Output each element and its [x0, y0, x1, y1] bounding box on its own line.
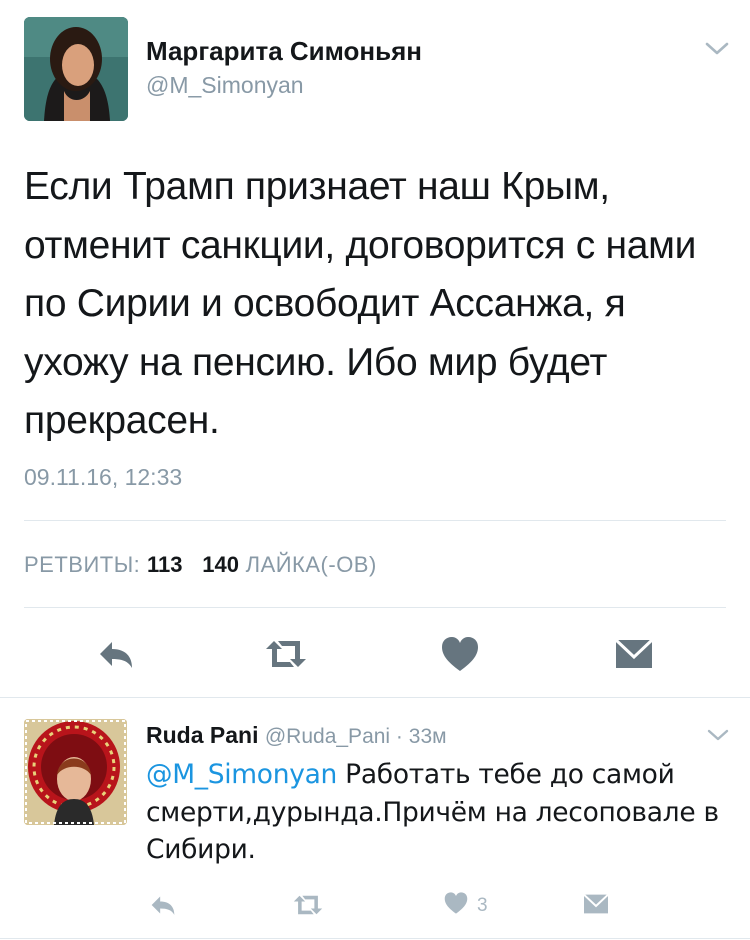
likes-count[interactable]: 140 [202, 552, 239, 577]
tweet-timestamp: 09.11.16, 12:33 [24, 464, 183, 490]
author-handle[interactable]: @M_Simonyan [146, 72, 304, 99]
reply-button[interactable] [92, 630, 140, 678]
reply-time[interactable]: 33м [409, 725, 447, 748]
heart-icon [441, 888, 471, 923]
reply-separator: · [390, 725, 409, 748]
mention-link[interactable]: @M_Simonyan [146, 759, 337, 790]
author-name[interactable]: Маргарита Симоньян [146, 36, 422, 67]
retweet-button[interactable] [262, 630, 310, 678]
reply-message-button[interactable] [580, 888, 612, 922]
retweet-icon [290, 895, 326, 926]
retweet-icon [262, 630, 310, 678]
divider [24, 520, 726, 521]
author-avatar[interactable] [24, 17, 128, 121]
retweets-label: РЕТВИТЫ: [24, 552, 141, 577]
reply-icon [92, 630, 140, 678]
reply-header: Ruda Pani @Ruda_Pani · 33м [146, 722, 447, 749]
reply-author-handle[interactable]: @Ruda_Pani [265, 725, 390, 748]
likes-label: ЛАЙКА(-ОВ) [245, 552, 377, 577]
retweets-count[interactable]: 113 [147, 552, 183, 577]
tweet-text: Если Трамп признает наш Крым, отменит са… [24, 165, 697, 442]
divider [0, 938, 750, 939]
reply-like-count: 3 [477, 894, 488, 916]
reply-author-avatar[interactable] [24, 719, 127, 825]
envelope-icon [580, 893, 612, 924]
tweet-stats: РЕТВИТЫ: 113 140 ЛАЙКА(-ОВ) [24, 552, 377, 578]
reply-icon [146, 896, 180, 926]
divider [24, 607, 726, 608]
reply-reply-button[interactable] [146, 888, 180, 922]
reply-retweet-button[interactable] [290, 888, 326, 922]
chevron-down-icon[interactable] [704, 40, 730, 58]
divider [0, 697, 750, 698]
reply-author-name[interactable]: Ruda Pani [146, 722, 258, 748]
like-button[interactable] [436, 630, 484, 678]
heart-icon [436, 630, 484, 678]
envelope-icon [610, 630, 658, 678]
reply-like-button[interactable]: 3 [441, 888, 488, 922]
chevron-down-icon[interactable] [706, 728, 730, 744]
reply-text: @M_Simonyan Работать тебе до самой смерт… [146, 756, 736, 869]
message-button[interactable] [610, 630, 658, 678]
